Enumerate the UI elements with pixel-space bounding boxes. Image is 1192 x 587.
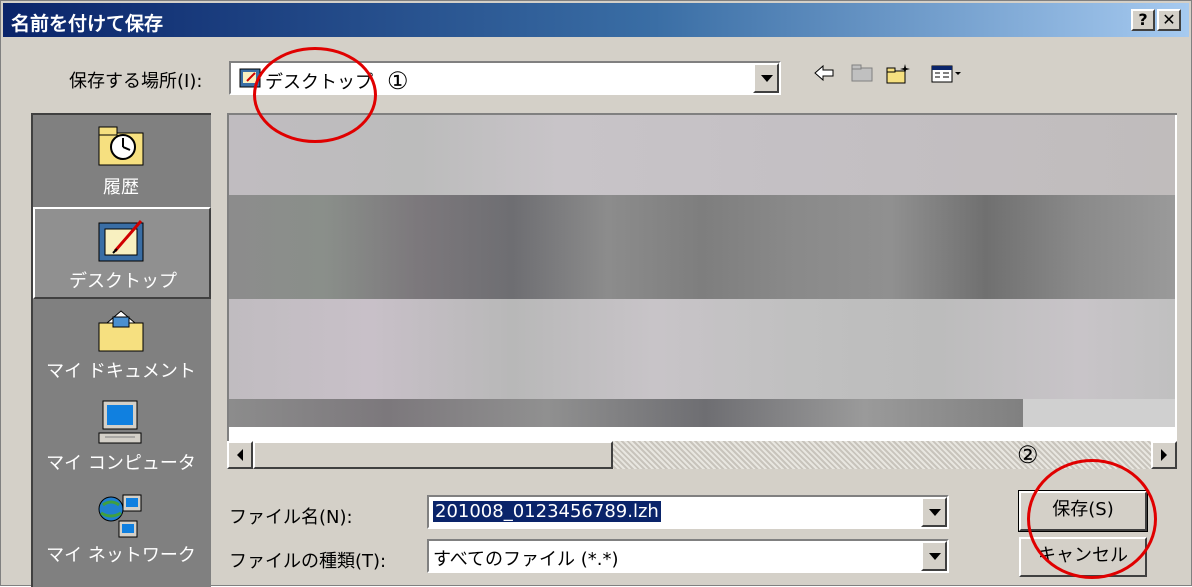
annotation-marker-2: ② — [1017, 441, 1039, 469]
place-my-network[interactable]: マイ ネットワーク — [33, 483, 211, 575]
location-label: 保存する場所(I): — [69, 71, 203, 92]
scroll-left-button[interactable] — [227, 441, 253, 469]
my-network-icon — [98, 494, 142, 538]
desktop-icon — [98, 220, 144, 262]
file-list[interactable] — [227, 113, 1177, 469]
place-label-history: 履歴 — [103, 177, 139, 198]
filename-dropdown-button[interactable] — [921, 497, 947, 527]
scroll-thumb[interactable] — [253, 441, 613, 469]
filename-value: 201008_0123456789.lzh — [433, 501, 661, 522]
place-desktop[interactable]: デスクトップ — [33, 207, 211, 299]
blurred-file-area — [229, 115, 1175, 467]
place-label-my-computer: マイ コンピュータ — [46, 453, 196, 474]
save-as-dialog: 名前を付けて保存 ? ✕ 保存する場所(I): デスクトップ ① 履歴 デスクト… — [0, 0, 1192, 587]
my-documents-icon — [98, 310, 144, 352]
filetype-select[interactable]: すべてのファイル (*.*) — [427, 539, 949, 573]
close-button[interactable]: ✕ — [1157, 9, 1181, 31]
filename-label: ファイル名(N): — [229, 507, 353, 528]
scroll-left-icon — [237, 449, 243, 461]
location-dropdown-button[interactable] — [753, 63, 779, 93]
history-icon — [98, 126, 144, 166]
filetype-label: ファイルの種類(T): — [229, 551, 387, 572]
help-button[interactable]: ? — [1131, 9, 1155, 31]
filetype-dropdown-button[interactable] — [921, 541, 947, 571]
places-bar: 履歴 デスクトップ マイ ドキュメント マイ コンピュータ マイ ネットワーク — [31, 113, 211, 587]
place-label-my-network: マイ ネットワーク — [46, 545, 196, 566]
view-menu-icon[interactable] — [927, 63, 967, 89]
back-arrow-icon[interactable] — [809, 63, 839, 89]
annotation-circle-save — [1027, 459, 1157, 579]
filename-input[interactable]: 201008_0123456789.lzh — [427, 495, 949, 529]
annotation-marker-1: ① — [387, 67, 409, 95]
my-computer-icon — [98, 400, 142, 444]
scroll-right-button[interactable] — [1151, 441, 1177, 469]
title-bar[interactable]: 名前を付けて保存 ? ✕ — [3, 3, 1189, 37]
annotation-circle-location — [253, 47, 377, 143]
filetype-value: すべてのファイル (*.*) — [433, 549, 619, 570]
up-folder-icon[interactable] — [847, 63, 877, 89]
place-label-my-documents: マイ ドキュメント — [46, 361, 196, 382]
window-title: 名前を付けて保存 — [11, 13, 164, 35]
place-history[interactable]: 履歴 — [33, 115, 211, 207]
place-my-documents[interactable]: マイ ドキュメント — [33, 299, 211, 391]
place-label-desktop: デスクトップ — [69, 271, 177, 292]
place-my-computer[interactable]: マイ コンピュータ — [33, 391, 211, 483]
new-folder-icon[interactable] — [883, 63, 913, 89]
scroll-right-icon — [1161, 449, 1167, 461]
